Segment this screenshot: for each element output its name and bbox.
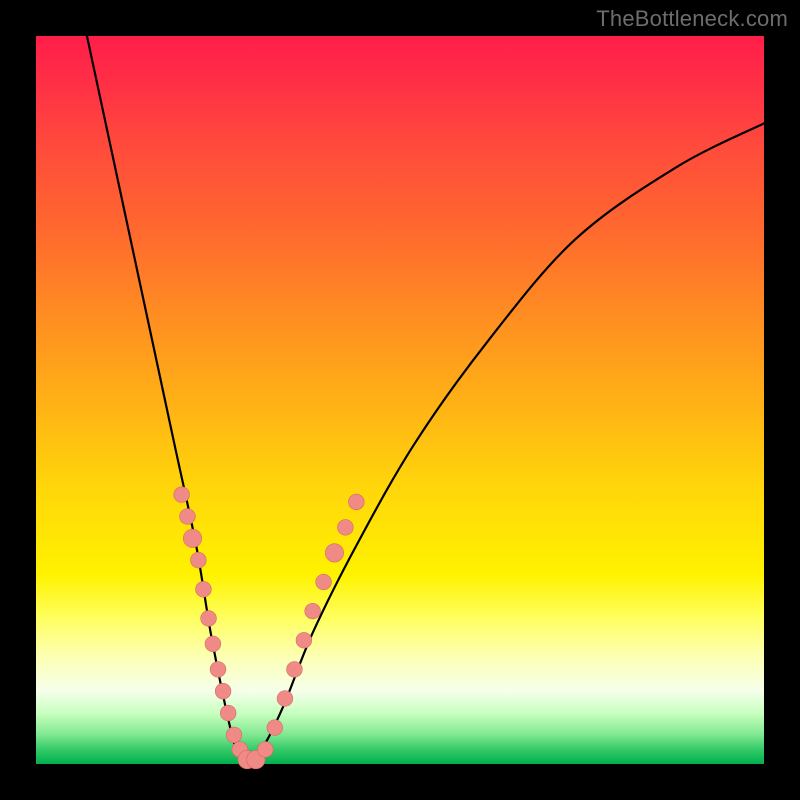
data-marker: [220, 705, 236, 721]
data-marker: [267, 720, 283, 736]
data-marker: [277, 691, 293, 707]
data-marker: [190, 552, 206, 568]
data-marker: [183, 529, 201, 547]
data-marker: [215, 683, 231, 699]
data-marker: [287, 661, 303, 677]
plot-area: [36, 36, 764, 764]
data-marker: [348, 494, 364, 510]
data-markers: [174, 487, 364, 769]
data-marker: [196, 581, 212, 597]
data-marker: [180, 509, 196, 525]
data-marker: [325, 544, 343, 562]
data-marker: [305, 603, 321, 619]
watermark-text: TheBottleneck.com: [596, 6, 788, 32]
data-marker: [174, 487, 190, 503]
data-marker: [226, 727, 242, 743]
data-marker: [316, 574, 332, 590]
data-marker: [296, 632, 312, 648]
curve-svg: [36, 36, 764, 764]
data-marker: [210, 661, 226, 677]
data-marker: [257, 742, 273, 758]
data-marker: [338, 520, 354, 536]
bottleneck-curve: [87, 36, 764, 764]
chart-frame: TheBottleneck.com: [0, 0, 800, 800]
data-marker: [205, 636, 221, 652]
data-marker: [201, 611, 217, 627]
